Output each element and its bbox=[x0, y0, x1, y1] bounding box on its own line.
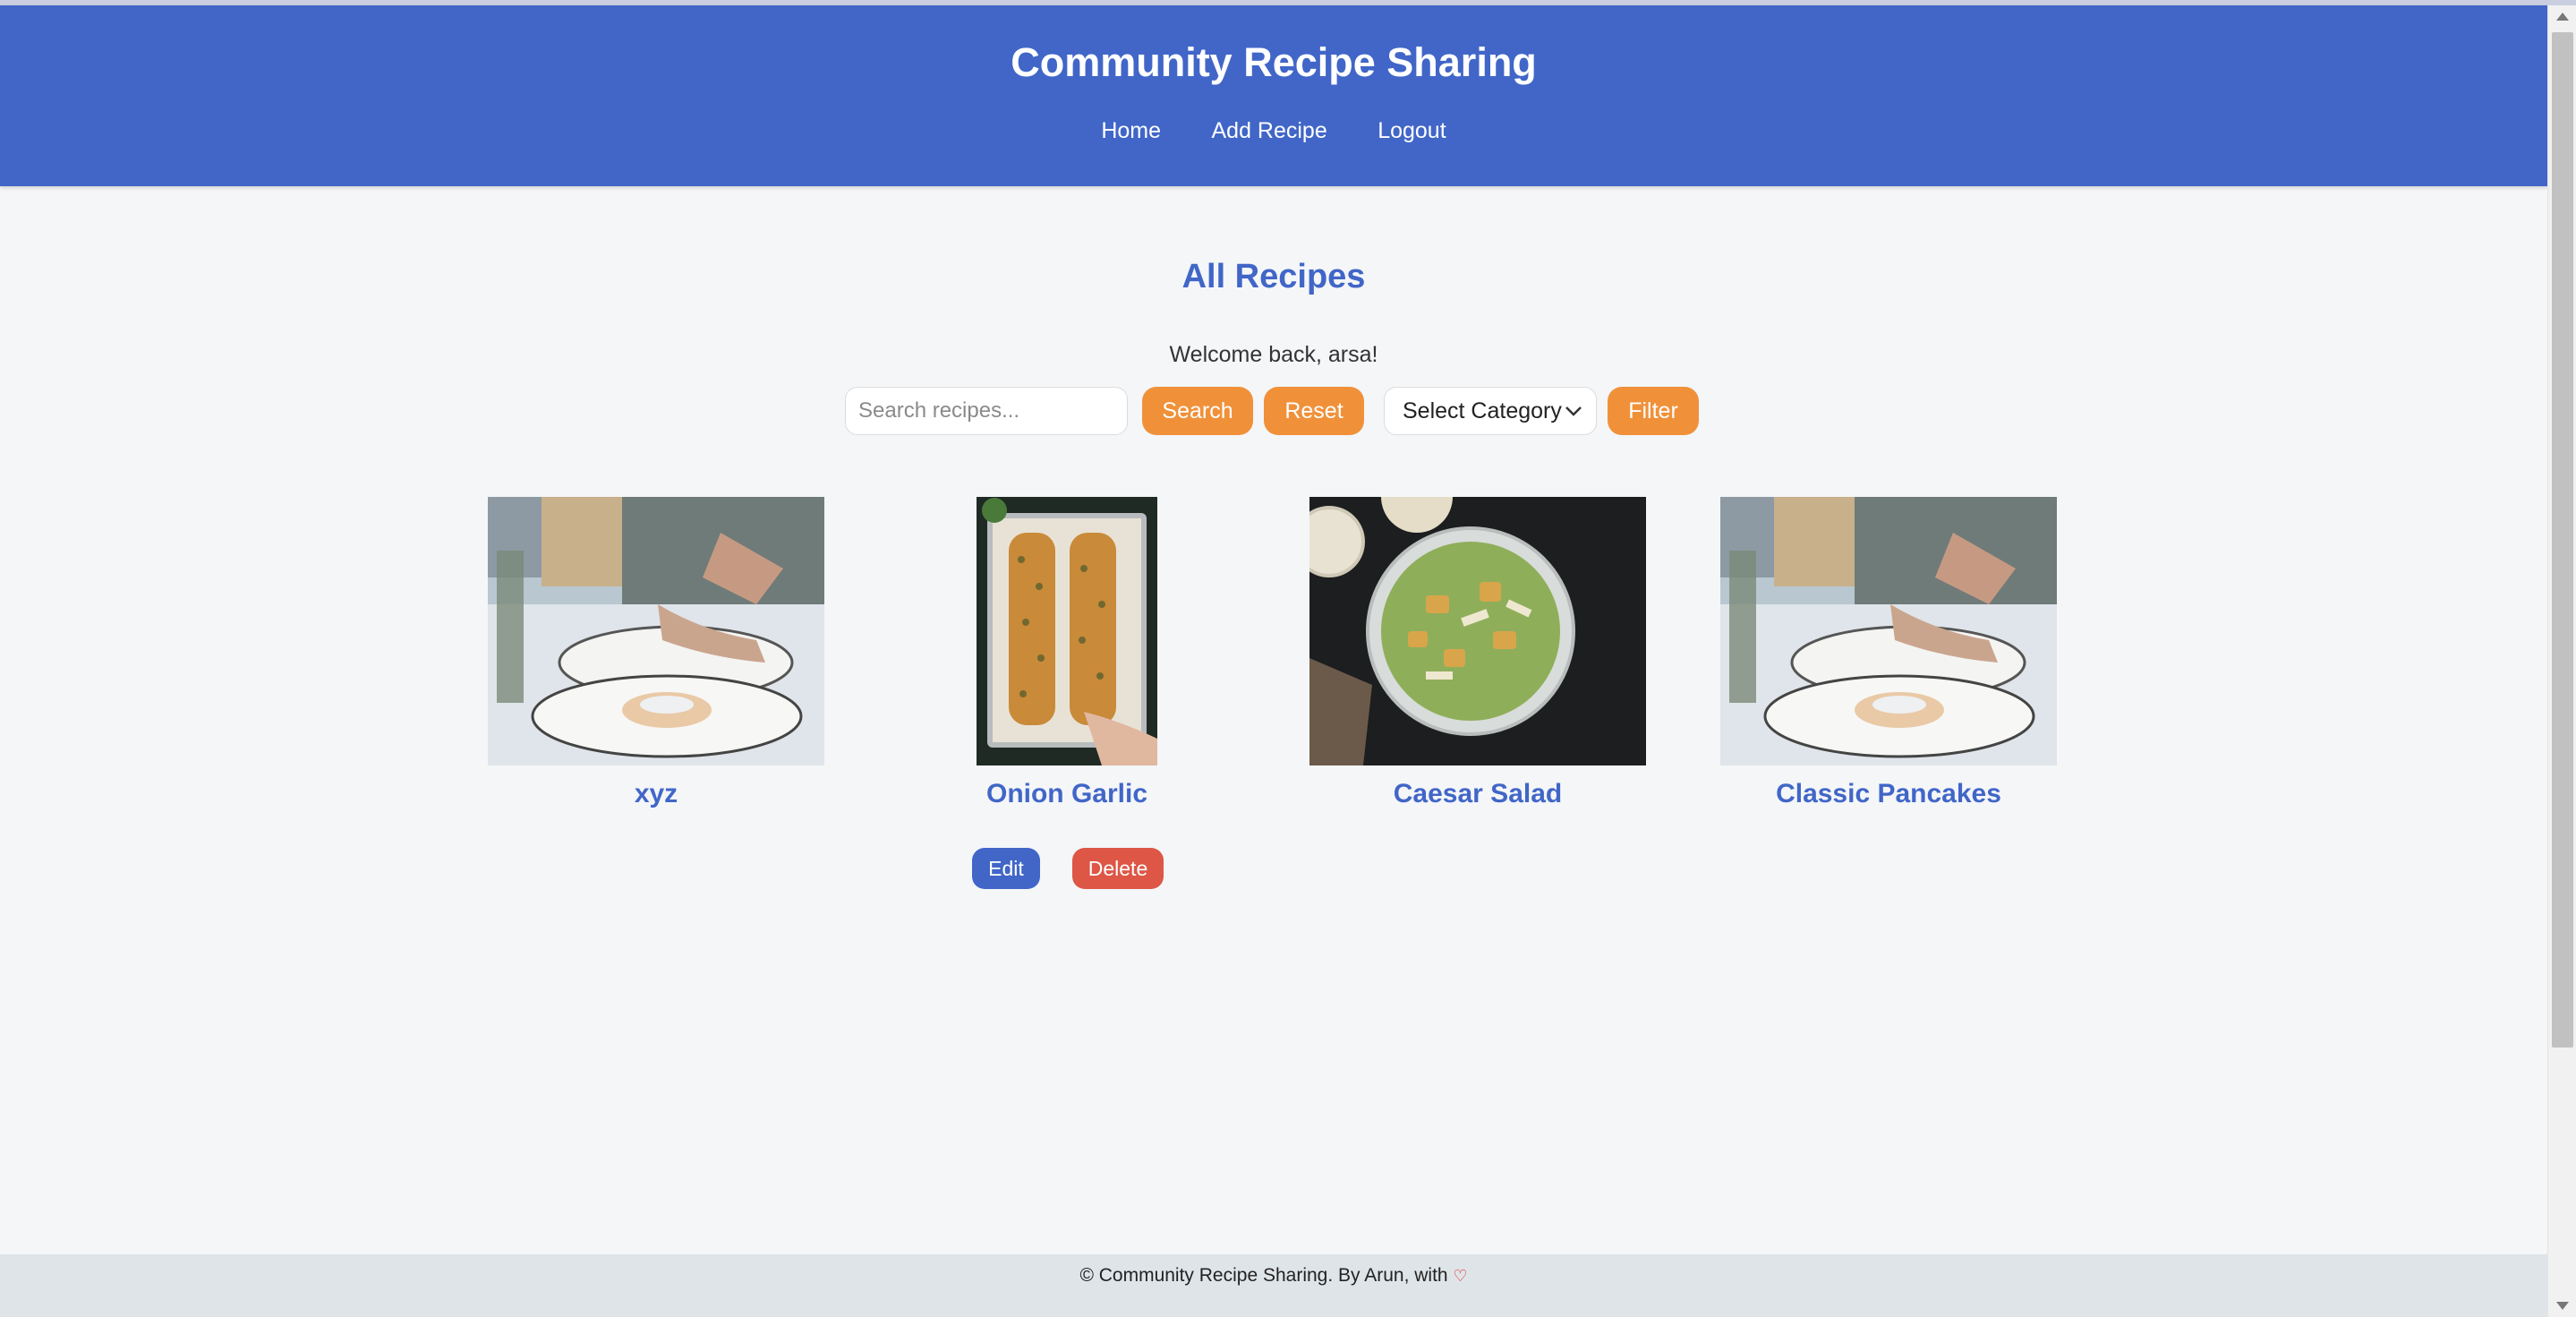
heart-icon: ♡ bbox=[1453, 1267, 1468, 1285]
recipe-image[interactable] bbox=[488, 497, 824, 765]
site-header: Community Recipe Sharing Home Add Recipe… bbox=[0, 5, 2547, 186]
welcome-message: Welcome back, arsa! bbox=[1169, 342, 1378, 367]
nav-add-recipe-link[interactable]: Add Recipe bbox=[1211, 113, 1326, 149]
edit-recipe-button[interactable]: Edit bbox=[972, 848, 1040, 889]
page: Community Recipe Sharing Home Add Recipe… bbox=[0, 5, 2547, 1317]
vertical-scrollbar[interactable] bbox=[2547, 5, 2576, 1317]
recipe-image[interactable] bbox=[1720, 497, 2057, 765]
site-title: Community Recipe Sharing bbox=[1011, 39, 1537, 85]
category-select[interactable]: Select Category bbox=[1384, 387, 1597, 435]
recipe-title[interactable]: Caesar Salad bbox=[1309, 776, 1646, 812]
recipe-title[interactable]: Classic Pancakes bbox=[1720, 776, 2057, 812]
scrollbar-thumb[interactable] bbox=[2552, 32, 2573, 1048]
nav-home-link[interactable]: Home bbox=[1101, 113, 1161, 149]
recipe-title[interactable]: xyz bbox=[488, 776, 824, 812]
main-nav: Home Add Recipe Logout bbox=[0, 113, 2547, 149]
reset-button[interactable]: Reset bbox=[1264, 387, 1364, 435]
search-filter-bar: Search Reset Select Category Filter bbox=[0, 385, 2547, 437]
footer-text: © Community Recipe Sharing. By Arun, wit… bbox=[1079, 1265, 1448, 1286]
site-footer: © Community Recipe Sharing. By Arun, wit… bbox=[0, 1254, 2547, 1317]
delete-recipe-button[interactable]: Delete bbox=[1072, 848, 1164, 889]
search-button[interactable]: Search bbox=[1142, 387, 1253, 435]
page-heading: All Recipes bbox=[1181, 258, 1366, 295]
scroll-down-arrow-icon[interactable] bbox=[2556, 1302, 2569, 1310]
scroll-up-arrow-icon[interactable] bbox=[2556, 13, 2569, 21]
nav-logout-link[interactable]: Logout bbox=[1378, 113, 1446, 149]
filter-button[interactable]: Filter bbox=[1608, 387, 1699, 435]
recipe-image[interactable] bbox=[977, 497, 1157, 765]
search-input[interactable] bbox=[845, 387, 1128, 435]
recipe-image[interactable] bbox=[1309, 497, 1646, 765]
chevron-down-icon bbox=[1565, 406, 1582, 416]
category-select-value: Select Category bbox=[1403, 398, 1562, 423]
recipe-title[interactable]: Onion Garlic bbox=[899, 776, 1235, 812]
